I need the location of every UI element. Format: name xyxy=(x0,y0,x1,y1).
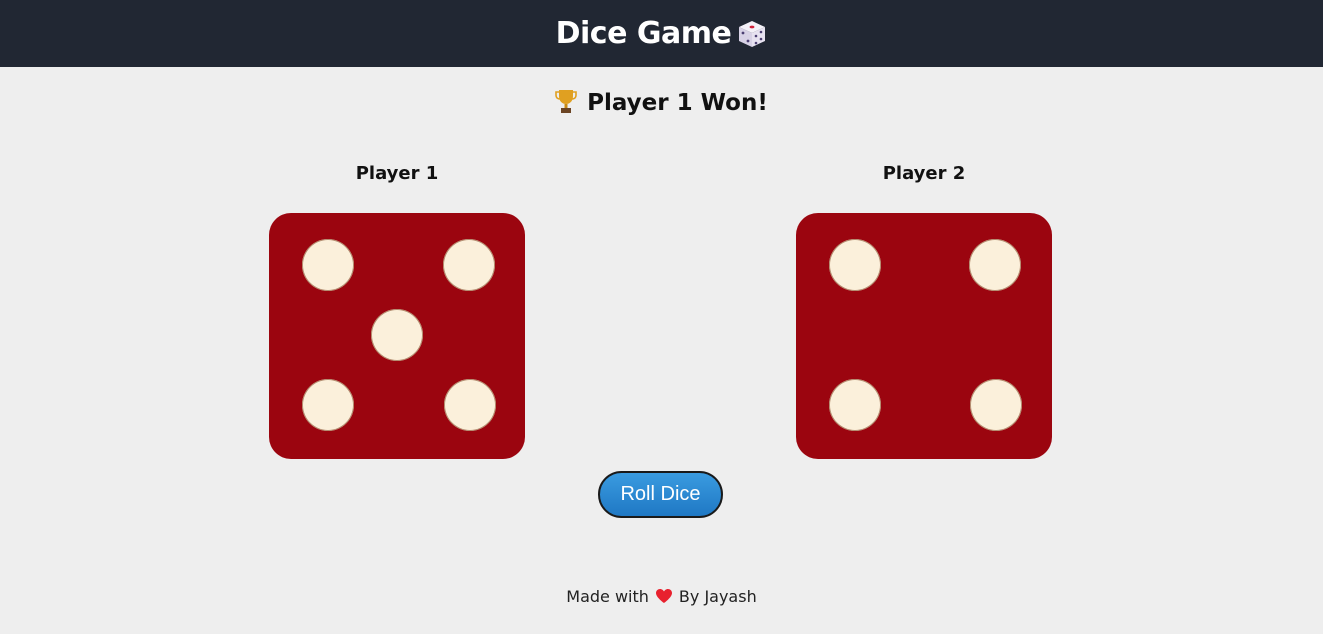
die-pip xyxy=(829,379,881,431)
player-2-label: Player 2 xyxy=(882,163,966,184)
die-pip xyxy=(969,239,1021,291)
result-banner: Player 1 Won! xyxy=(0,88,1323,116)
app-title: Dice Game xyxy=(555,16,732,51)
roll-dice-button[interactable]: Roll Dice xyxy=(598,471,723,518)
game-die-icon xyxy=(737,19,767,49)
die-pip xyxy=(970,379,1022,431)
app-header: Dice Game xyxy=(0,0,1323,67)
die-pip xyxy=(829,239,881,291)
die-pip xyxy=(302,239,354,291)
player-2-die xyxy=(796,213,1052,459)
die-pip xyxy=(371,309,423,361)
footer-suffix: By Jayash xyxy=(678,587,757,606)
die-pip xyxy=(302,379,354,431)
player-1-die xyxy=(269,213,525,459)
heart-icon xyxy=(655,588,673,604)
footer: Made with By Jayash xyxy=(0,587,1323,606)
footer-prefix: Made with xyxy=(566,587,649,606)
result-text: Player 1 Won! xyxy=(587,90,768,116)
player-1-label: Player 1 xyxy=(355,163,439,184)
die-pip xyxy=(443,239,495,291)
die-pip xyxy=(444,379,496,431)
trophy-icon xyxy=(555,88,577,114)
